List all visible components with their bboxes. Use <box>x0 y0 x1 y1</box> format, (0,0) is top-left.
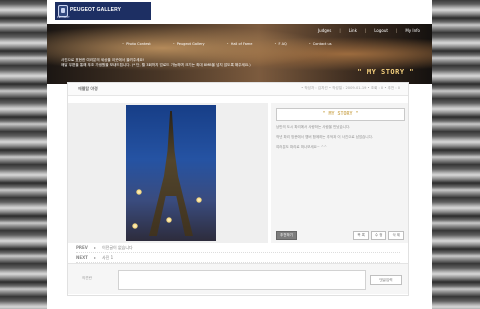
nav-photo-contest[interactable]: Photo Contest <box>122 42 151 46</box>
story-paragraph: 여러분도 파리로 떠나보세요~ ^^ <box>276 144 327 149</box>
post-header: 에펠탑 야경 • 작성자 : 김지선 • 작성일 : 2009-01-19 • … <box>68 83 408 96</box>
next-row[interactable]: NEXT ▸ 사진 1 <box>76 253 400 263</box>
separator: | <box>395 28 398 33</box>
list-button[interactable]: 목 록 <box>353 231 369 240</box>
comment-submit-button[interactable]: 댓글입력 <box>370 275 402 285</box>
story-paragraph: 낭만의 도시 파리에서 사랑하는 사람을 만났습니다. <box>276 125 351 129</box>
prev-label: PREV <box>76 245 88 250</box>
story-paragraph: 작년 파리 방문에서 멤버 함께하는 추억과 이 사진으로 남았습니다. <box>276 134 373 139</box>
eiffel-tower-photo[interactable] <box>126 105 216 241</box>
street-light <box>166 217 172 223</box>
street-light <box>136 189 142 195</box>
prev-row[interactable]: PREV ▸ 이전글이 없습니다 <box>76 243 400 253</box>
nav-peugeot-gallery[interactable]: Peugeot Gallery <box>173 42 205 46</box>
next-label: NEXT <box>76 255 88 260</box>
street-light <box>196 197 202 203</box>
post-title: 에펠탑 야경 <box>78 86 98 91</box>
prev-link[interactable]: 이전글이 없습니다 <box>102 245 133 251</box>
story-text: 낭만의 도시 파리에서 사랑하는 사람을 만났습니다. 작년 파리 방문에서 멤… <box>276 125 403 154</box>
story-panel: " MY STORY " 낭만의 도시 파리에서 사랑하는 사람을 만났습니다.… <box>271 103 408 243</box>
comment-input[interactable] <box>118 270 366 290</box>
section-title: " MY STORY " <box>357 68 414 76</box>
util-link-my-info[interactable]: My Info <box>405 28 420 33</box>
comment-area: 의견란 댓글입력 <box>68 263 408 294</box>
utility-nav: Judges | Link | Logout | My Info <box>318 28 420 33</box>
post-navigation: PREV ▸ 이전글이 없습니다 NEXT ▸ 사진 1 <box>76 243 400 263</box>
separator: | <box>339 28 341 33</box>
triangle-right-icon: ▸ <box>94 255 97 260</box>
peugeot-logo[interactable]: PEUGEOT GALLERY PEUGEOT <box>55 2 151 20</box>
intro-text: 사진으로 표현한 여러분의 세상을 이곳에서 올려주세요! 매달 우편을 통해 … <box>61 58 251 68</box>
page-frame: PEUGEOT GALLERY PEUGEOT Judges | Link | … <box>47 0 432 309</box>
post-meta: • 작성자 : 김지선 • 작성일 : 2009-01-19 • 조회 : 0 … <box>301 86 400 90</box>
main-nav: Photo Contest Peugeot Gallery Hall of Fa… <box>122 42 332 46</box>
recommend-button[interactable]: 추천하기 <box>276 231 297 240</box>
hero-banner: Judges | Link | Logout | My Info Photo C… <box>47 24 432 84</box>
header: PEUGEOT GALLERY PEUGEOT <box>47 0 432 24</box>
post-content: 에펠탑 야경 • 작성자 : 김지선 • 작성일 : 2009-01-19 • … <box>67 82 409 296</box>
util-link-logout[interactable]: Logout <box>374 28 388 33</box>
util-link-link[interactable]: Link <box>349 28 357 33</box>
story-heading: " MY STORY " <box>276 108 405 121</box>
edit-button[interactable]: 수 정 <box>370 231 387 240</box>
delete-button[interactable]: 삭 제 <box>388 231 404 240</box>
separator: | <box>364 28 367 33</box>
triangle-right-icon: ▸ <box>94 245 97 250</box>
logo-subtext: PEUGEOT <box>57 16 70 19</box>
story-actions: 목 록 수 정 삭 제 <box>353 231 404 240</box>
nav-faq[interactable]: F AQ <box>274 42 287 46</box>
nav-contact-us[interactable]: Contact us <box>309 42 332 46</box>
next-link[interactable]: 사진 1 <box>102 255 113 261</box>
logo-text: PEUGEOT GALLERY <box>70 7 122 13</box>
photo-container <box>68 103 268 243</box>
nav-hall-of-fame[interactable]: Hall of Fame <box>227 42 253 46</box>
street-light <box>132 223 138 229</box>
comment-label: 의견란 <box>82 276 92 280</box>
util-link-judges[interactable]: Judges <box>318 28 331 33</box>
intro-line-2: 매달 우편을 통해 푸조 가생원을 보내드립니다. (* 단, 월 3회까지 업… <box>61 63 251 67</box>
